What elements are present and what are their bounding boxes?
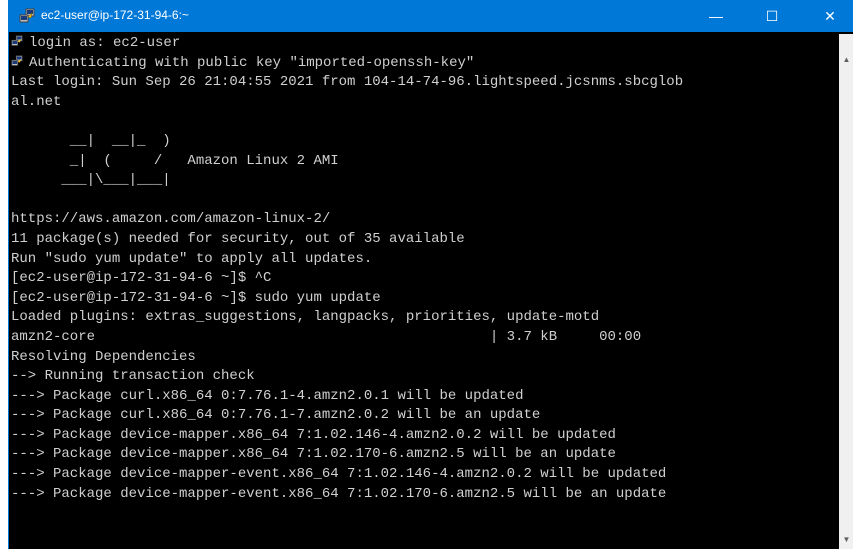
putty-icon: [11, 34, 23, 48]
title-bar[interactable]: ec2-user@ip-172-31-94-6:~ — ☐ ✕: [9, 0, 853, 32]
terminal-line-text: Loaded plugins: extras_suggestions, lang…: [11, 309, 600, 326]
terminal-line: --> Running transaction check: [9, 367, 839, 387]
terminal-line-text: ---> Package device-mapper-event.x86_64 …: [11, 466, 667, 483]
minimize-button[interactable]: —: [693, 0, 739, 32]
terminal-line-text: _| ( / Amazon Linux 2 AMI: [11, 152, 339, 169]
maximize-button[interactable]: ☐: [749, 0, 795, 32]
terminal-line: _| ( / Amazon Linux 2 AMI: [9, 152, 839, 172]
terminal-line: https://aws.amazon.com/amazon-linux-2/: [9, 210, 839, 230]
terminal-line: ___|\___|___|: [9, 171, 839, 191]
window-title: ec2-user@ip-172-31-94-6:~: [41, 8, 189, 22]
terminal-output[interactable]: login as: ec2-user Authenticating with pu…: [9, 34, 839, 549]
terminal-line-text: ---> Package device-mapper.x86_64 7:1.02…: [11, 426, 616, 443]
putty-window: ec2-user@ip-172-31-94-6:~ — ☐ ✕ login as…: [8, 0, 853, 549]
terminal-line: ---> Package device-mapper-event.x86_64 …: [9, 485, 839, 505]
terminal-line-text: ---> Package device-mapper-event.x86_64 …: [11, 485, 667, 502]
putty-icon: [19, 8, 35, 24]
terminal-line: ---> Package curl.x86_64 0:7.76.1-4.amzn…: [9, 387, 839, 407]
scroll-up-icon[interactable]: ▲: [839, 52, 853, 67]
terminal-line-text: ___|\___|___|: [11, 172, 171, 189]
terminal-line: ---> Package curl.x86_64 0:7.76.1-7.amzn…: [9, 406, 839, 426]
terminal-line-text: --> Running transaction check: [11, 368, 255, 385]
close-icon: ✕: [824, 7, 836, 24]
terminal-line-text: [ec2-user@ip-172-31-94-6 ~]$ ^C: [11, 270, 272, 287]
terminal-line: amzn2-core | 3.7 kB 00:00: [9, 328, 839, 348]
terminal-line: al.net: [9, 93, 839, 113]
terminal-line: Loaded plugins: extras_suggestions, lang…: [9, 308, 839, 328]
terminal-line-text: al.net: [11, 93, 62, 110]
terminal-line: ---> Package device-mapper.x86_64 7:1.02…: [9, 445, 839, 465]
terminal-line: login as: ec2-user: [9, 34, 839, 54]
terminal-line: [ec2-user@ip-172-31-94-6 ~]$ sudo yum up…: [9, 289, 839, 309]
terminal-line-text: Resolving Dependencies: [11, 348, 196, 365]
terminal-line: ---> Package device-mapper-event.x86_64 …: [9, 465, 839, 485]
terminal-line: Last login: Sun Sep 26 21:04:55 2021 fro…: [9, 73, 839, 93]
terminal-line-text: ---> Package curl.x86_64 0:7.76.1-7.amzn…: [11, 407, 541, 424]
terminal-line-text: __| __|_ ): [11, 132, 171, 149]
terminal-line: __| __|_ ): [9, 132, 839, 152]
terminal-line-text: ---> Package device-mapper.x86_64 7:1.02…: [11, 446, 616, 463]
terminal-line: Authenticating with public key "imported…: [9, 54, 839, 74]
putty-icon: [11, 54, 23, 68]
close-button[interactable]: ✕: [807, 0, 853, 32]
terminal-line-text: https://aws.amazon.com/amazon-linux-2/: [11, 211, 331, 228]
terminal-line: Resolving Dependencies: [9, 348, 839, 368]
maximize-icon: ☐: [765, 7, 779, 24]
scroll-down-icon[interactable]: ▼: [839, 532, 853, 547]
terminal-line-text: ---> Package curl.x86_64 0:7.76.1-4.amzn…: [11, 387, 524, 404]
terminal-line-text: Run "sudo yum update" to apply all updat…: [11, 250, 373, 267]
terminal-line: 11 package(s) needed for security, out o…: [9, 230, 839, 250]
terminal-line: [ec2-user@ip-172-31-94-6 ~]$ ^C: [9, 269, 839, 289]
terminal-line-text: amzn2-core | 3.7 kB 00:00: [11, 328, 642, 345]
terminal-line-text: Last login: Sun Sep 26 21:04:55 2021 fro…: [11, 74, 684, 91]
terminal-line-text: Authenticating with public key "imported…: [29, 54, 475, 71]
terminal-line-text: [ec2-user@ip-172-31-94-6 ~]$ sudo yum up…: [11, 289, 381, 306]
vertical-scrollbar[interactable]: ▲ ▼: [839, 34, 853, 549]
terminal-line: ---> Package device-mapper.x86_64 7:1.02…: [9, 426, 839, 446]
minimize-icon: —: [709, 8, 723, 24]
terminal-line-text: login as: ec2-user: [29, 35, 181, 51]
terminal-line: Run "sudo yum update" to apply all updat…: [9, 250, 839, 270]
terminal-line-text: 11 package(s) needed for security, out o…: [11, 230, 465, 247]
